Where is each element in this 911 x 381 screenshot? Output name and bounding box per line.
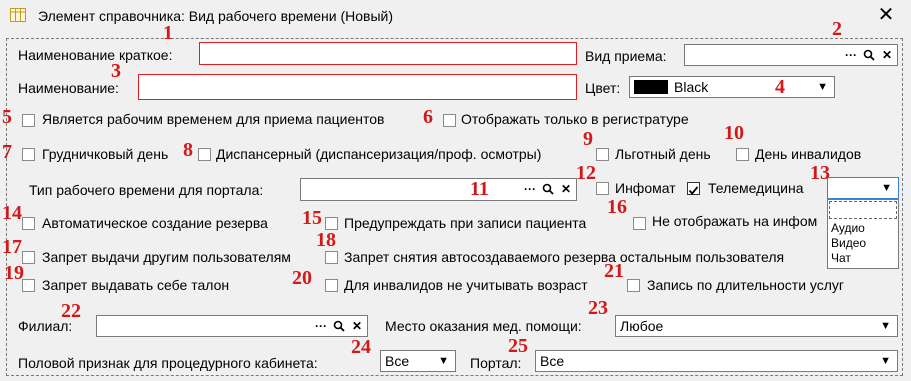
window-title: Элемент справочника: Вид рабочего времен… — [38, 8, 393, 24]
infant-day-label: Грудничковый день — [42, 146, 169, 162]
care-place-value: Любое — [620, 318, 664, 334]
telemedicine-checkbox[interactable] — [687, 182, 700, 195]
short-name-label: Наименование краткое: — [18, 47, 173, 63]
annotation-24: 24 — [351, 336, 371, 358]
search-icon[interactable] — [332, 318, 346, 334]
chevron-down-icon: ▼ — [817, 81, 828, 93]
hide-on-infomat-label: Не отображать на инфом — [652, 213, 818, 229]
dropdown-focus-item[interactable] — [829, 201, 897, 219]
annotation-13: 13 — [810, 162, 830, 184]
close-button[interactable]: ✕ — [874, 2, 898, 28]
annotation-6: 6 — [423, 106, 433, 128]
annotation-9: 9 — [583, 128, 593, 150]
auto-reserve-label: Автоматическое создание резерва — [42, 215, 268, 231]
annotation-21: 21 — [604, 260, 624, 282]
annotation-18: 18 — [316, 229, 336, 251]
preferential-day-label: Льготный день — [615, 146, 711, 162]
dispensary-label: Диспансерный (диспансеризация/проф. осмо… — [216, 146, 542, 162]
disabled-day-checkbox[interactable] — [736, 148, 749, 161]
dispensary-checkbox[interactable] — [198, 148, 211, 161]
branch-input[interactable]: ··· ✕ — [96, 315, 368, 337]
clear-icon[interactable]: ✕ — [880, 47, 894, 63]
infomat-label: Инфомат — [615, 180, 676, 196]
hide-on-infomat-checkbox[interactable] — [633, 217, 646, 230]
color-value: Black — [674, 79, 709, 95]
infant-day-checkbox[interactable] — [22, 148, 35, 161]
gender-value: Все — [385, 353, 410, 369]
registry-only-label: Отображать только в регистратуре — [461, 111, 689, 127]
ignore-age-disabled-label: Для инвалидов не учитывать возраст — [344, 277, 588, 293]
annotation-15: 15 — [302, 207, 322, 229]
ban-remove-reserve-label: Запрет снятия автосоздаваемого резерва о… — [344, 249, 785, 265]
is-work-time-label: Является рабочим временем для приема пац… — [42, 111, 385, 127]
gender-select[interactable]: Все ▼ — [380, 350, 456, 372]
ban-self-ticket-label: Запрет выдавать себе талон — [42, 277, 230, 293]
annotation-8: 8 — [183, 139, 193, 161]
annotation-14: 14 — [2, 202, 22, 224]
annotation-5: 5 — [2, 106, 12, 128]
ignore-age-disabled-checkbox[interactable] — [325, 279, 338, 292]
ellipsis-icon[interactable]: ··· — [523, 181, 537, 197]
by-service-duration-label: Запись по длительности услуг — [647, 277, 845, 293]
portal-time-type-input[interactable]: ··· ✕ — [300, 178, 577, 201]
annotation-22: 22 — [61, 300, 81, 322]
is-work-time-checkbox[interactable] — [22, 114, 35, 127]
clear-icon[interactable]: ✕ — [559, 181, 573, 197]
warn-on-booking-label: Предупреждать при записи пациента — [344, 215, 587, 231]
auto-reserve-checkbox[interactable] — [22, 217, 35, 230]
chevron-down-icon: ▼ — [438, 355, 449, 367]
annotation-4: 4 — [775, 76, 785, 98]
ellipsis-icon[interactable]: ··· — [844, 47, 858, 63]
reception-type-input[interactable]: ··· ✕ — [684, 44, 898, 66]
portal-time-type-label: Тип рабочего времени для портала: — [29, 182, 264, 198]
annotation-2: 2 — [832, 18, 842, 40]
check-icon — [688, 186, 699, 195]
annotation-25: 25 — [508, 335, 528, 357]
clear-icon[interactable]: ✕ — [350, 318, 364, 334]
annotation-12: 12 — [576, 162, 596, 184]
option-audio[interactable]: Аудио — [829, 221, 865, 236]
annotation-11: 11 — [470, 178, 489, 200]
annotation-10: 10 — [724, 122, 744, 144]
disabled-day-label: День инвалидов — [755, 146, 862, 162]
preferential-day-checkbox[interactable] — [596, 148, 609, 161]
annotation-23: 23 — [588, 297, 608, 319]
chevron-down-icon: ▼ — [880, 320, 891, 332]
ban-other-users-label: Запрет выдачи другим пользователям — [42, 249, 291, 265]
annotation-1: 1 — [163, 22, 173, 44]
option-chat[interactable]: Чат — [829, 251, 851, 266]
option-video[interactable]: Видео — [829, 236, 866, 251]
annotation-19: 19 — [4, 262, 24, 284]
search-icon[interactable] — [862, 47, 876, 63]
ellipsis-icon[interactable]: ··· — [314, 318, 328, 334]
ban-remove-reserve-checkbox[interactable] — [325, 251, 338, 264]
name-label: Наименование: — [18, 80, 119, 96]
search-icon[interactable] — [541, 181, 555, 197]
telemedicine-label: Телемедицина — [708, 180, 804, 196]
infomat-checkbox[interactable] — [596, 182, 609, 195]
table-icon — [10, 8, 26, 22]
chevron-down-icon: ▼ — [881, 182, 892, 194]
chevron-down-icon: ▼ — [880, 355, 891, 367]
short-name-input[interactable] — [199, 42, 577, 65]
annotation-20: 20 — [292, 267, 312, 289]
telemed-type-select[interactable]: ▼ — [827, 177, 899, 199]
annotation-3: 3 — [111, 60, 121, 82]
annotation-17: 17 — [2, 236, 22, 258]
color-label: Цвет: — [585, 80, 621, 96]
portal-select[interactable]: Все ▼ — [535, 350, 898, 372]
registry-only-checkbox[interactable] — [443, 114, 456, 127]
care-place-label: Место оказания мед. помощи: — [385, 318, 582, 334]
telemed-options-list[interactable]: Аудио Видео Чат — [827, 199, 899, 269]
color-swatch — [634, 80, 668, 94]
by-service-duration-checkbox[interactable] — [627, 279, 640, 292]
gender-label: Половой признак для процедурного кабинет… — [18, 355, 318, 371]
annotation-7: 7 — [2, 141, 12, 163]
reception-type-label: Вид приема: — [585, 48, 667, 64]
care-place-select[interactable]: Любое ▼ — [615, 315, 898, 337]
color-select[interactable]: Black ▼ — [629, 76, 835, 98]
name-input[interactable] — [138, 74, 577, 100]
annotation-16: 16 — [607, 196, 627, 218]
portal-value: Все — [540, 353, 565, 369]
